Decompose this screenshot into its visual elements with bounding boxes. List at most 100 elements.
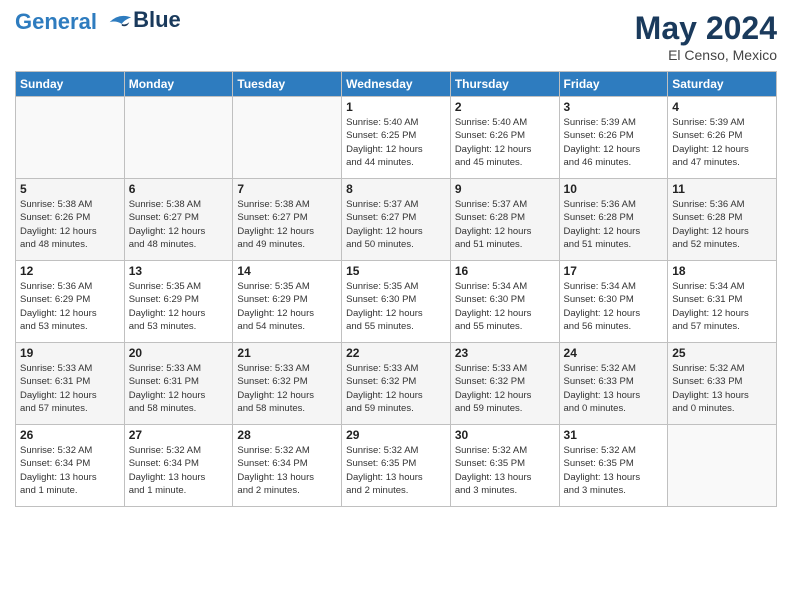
day-number: 15 bbox=[346, 264, 446, 278]
day-info: Sunrise: 5:32 AM Sunset: 6:33 PM Dayligh… bbox=[564, 362, 664, 415]
day-info: Sunrise: 5:38 AM Sunset: 6:27 PM Dayligh… bbox=[237, 198, 337, 251]
day-number: 21 bbox=[237, 346, 337, 360]
calendar-cell: 10 Sunrise: 5:36 AM Sunset: 6:28 PM Dayli… bbox=[559, 179, 668, 261]
day-info: Sunrise: 5:38 AM Sunset: 6:27 PM Dayligh… bbox=[129, 198, 229, 251]
calendar-cell: 8 Sunrise: 5:37 AM Sunset: 6:27 PM Daylig… bbox=[342, 179, 451, 261]
day-info: Sunrise: 5:35 AM Sunset: 6:30 PM Dayligh… bbox=[346, 280, 446, 333]
day-info: Sunrise: 5:34 AM Sunset: 6:31 PM Dayligh… bbox=[672, 280, 772, 333]
day-number: 12 bbox=[20, 264, 120, 278]
day-number: 16 bbox=[455, 264, 555, 278]
day-number: 30 bbox=[455, 428, 555, 442]
calendar-cell bbox=[668, 425, 777, 507]
day-info: Sunrise: 5:33 AM Sunset: 6:31 PM Dayligh… bbox=[20, 362, 120, 415]
day-info: Sunrise: 5:32 AM Sunset: 6:34 PM Dayligh… bbox=[237, 444, 337, 497]
day-number: 25 bbox=[672, 346, 772, 360]
calendar-cell: 28Sunrise: 5:32 AM Sunset: 6:34 PM Dayli… bbox=[233, 425, 342, 507]
page-container: General Blue May 2024 El Censo, Mexico S… bbox=[0, 0, 792, 517]
calendar-week-2: 5 Sunrise: 5:38 AM Sunset: 6:26 PM Daylig… bbox=[16, 179, 777, 261]
calendar-cell: 11Sunrise: 5:36 AM Sunset: 6:28 PM Dayli… bbox=[668, 179, 777, 261]
col-tuesday: Tuesday bbox=[233, 72, 342, 97]
header: General Blue May 2024 El Censo, Mexico bbox=[15, 10, 777, 63]
calendar-cell: 5 Sunrise: 5:38 AM Sunset: 6:26 PM Daylig… bbox=[16, 179, 125, 261]
day-info: Sunrise: 5:35 AM Sunset: 6:29 PM Dayligh… bbox=[237, 280, 337, 333]
calendar-cell: 1Sunrise: 5:40 AM Sunset: 6:25 PM Daylig… bbox=[342, 97, 451, 179]
day-number: 24 bbox=[564, 346, 664, 360]
day-info: Sunrise: 5:40 AM Sunset: 6:25 PM Dayligh… bbox=[346, 116, 446, 169]
day-info: Sunrise: 5:36 AM Sunset: 6:29 PM Dayligh… bbox=[20, 280, 120, 333]
day-info: Sunrise: 5:33 AM Sunset: 6:32 PM Dayligh… bbox=[455, 362, 555, 415]
calendar-cell bbox=[233, 97, 342, 179]
logo-blue: Blue bbox=[133, 8, 181, 32]
calendar-cell: 30 Sunrise: 5:32 AM Sunset: 6:35 PM Dayli… bbox=[450, 425, 559, 507]
calendar-cell: 21 Sunrise: 5:33 AM Sunset: 6:32 PM Dayli… bbox=[233, 343, 342, 425]
day-info: Sunrise: 5:33 AM Sunset: 6:31 PM Dayligh… bbox=[129, 362, 229, 415]
calendar-cell: 3 Sunrise: 5:39 AM Sunset: 6:26 PM Daylig… bbox=[559, 97, 668, 179]
calendar-cell: 18 Sunrise: 5:34 AM Sunset: 6:31 PM Dayli… bbox=[668, 261, 777, 343]
day-info: Sunrise: 5:37 AM Sunset: 6:27 PM Dayligh… bbox=[346, 198, 446, 251]
title-block: May 2024 El Censo, Mexico bbox=[635, 10, 777, 63]
day-info: Sunrise: 5:34 AM Sunset: 6:30 PM Dayligh… bbox=[564, 280, 664, 333]
calendar-cell: 26 Sunrise: 5:32 AM Sunset: 6:34 PM Dayli… bbox=[16, 425, 125, 507]
day-info: Sunrise: 5:37 AM Sunset: 6:28 PM Dayligh… bbox=[455, 198, 555, 251]
day-info: Sunrise: 5:32 AM Sunset: 6:35 PM Dayligh… bbox=[564, 444, 664, 497]
day-info: Sunrise: 5:39 AM Sunset: 6:26 PM Dayligh… bbox=[672, 116, 772, 169]
day-info: Sunrise: 5:32 AM Sunset: 6:35 PM Dayligh… bbox=[455, 444, 555, 497]
calendar-title: May 2024 bbox=[635, 10, 777, 47]
day-number: 3 bbox=[564, 100, 664, 114]
col-thursday: Thursday bbox=[450, 72, 559, 97]
day-number: 18 bbox=[672, 264, 772, 278]
calendar-cell: 4 Sunrise: 5:39 AM Sunset: 6:26 PM Daylig… bbox=[668, 97, 777, 179]
calendar-week-3: 12 Sunrise: 5:36 AM Sunset: 6:29 PM Dayli… bbox=[16, 261, 777, 343]
calendar-table: Sunday Monday Tuesday Wednesday Thursday… bbox=[15, 71, 777, 507]
day-number: 6 bbox=[129, 182, 229, 196]
calendar-cell: 15 Sunrise: 5:35 AM Sunset: 6:30 PM Dayli… bbox=[342, 261, 451, 343]
col-sunday: Sunday bbox=[16, 72, 125, 97]
calendar-cell bbox=[124, 97, 233, 179]
col-wednesday: Wednesday bbox=[342, 72, 451, 97]
calendar-cell: 20 Sunrise: 5:33 AM Sunset: 6:31 PM Dayli… bbox=[124, 343, 233, 425]
day-number: 19 bbox=[20, 346, 120, 360]
day-number: 27 bbox=[129, 428, 229, 442]
day-number: 7 bbox=[237, 182, 337, 196]
day-info: Sunrise: 5:38 AM Sunset: 6:26 PM Dayligh… bbox=[20, 198, 120, 251]
logo-bird-icon bbox=[105, 12, 133, 34]
calendar-cell: 6 Sunrise: 5:38 AM Sunset: 6:27 PM Daylig… bbox=[124, 179, 233, 261]
day-info: Sunrise: 5:36 AM Sunset: 6:28 PM Dayligh… bbox=[564, 198, 664, 251]
calendar-cell: 27 Sunrise: 5:32 AM Sunset: 6:34 PM Dayli… bbox=[124, 425, 233, 507]
day-info: Sunrise: 5:33 AM Sunset: 6:32 PM Dayligh… bbox=[237, 362, 337, 415]
calendar-cell: 29Sunrise: 5:32 AM Sunset: 6:35 PM Dayli… bbox=[342, 425, 451, 507]
day-number: 23 bbox=[455, 346, 555, 360]
day-number: 14 bbox=[237, 264, 337, 278]
calendar-cell: 7 Sunrise: 5:38 AM Sunset: 6:27 PM Daylig… bbox=[233, 179, 342, 261]
calendar-cell: 31Sunrise: 5:32 AM Sunset: 6:35 PM Dayli… bbox=[559, 425, 668, 507]
calendar-cell: 25 Sunrise: 5:32 AM Sunset: 6:33 PM Dayli… bbox=[668, 343, 777, 425]
calendar-cell: 19 Sunrise: 5:33 AM Sunset: 6:31 PM Dayli… bbox=[16, 343, 125, 425]
calendar-cell: 23 Sunrise: 5:33 AM Sunset: 6:32 PM Dayli… bbox=[450, 343, 559, 425]
calendar-cell bbox=[16, 97, 125, 179]
day-number: 20 bbox=[129, 346, 229, 360]
calendar-cell: 2Sunrise: 5:40 AM Sunset: 6:26 PM Daylig… bbox=[450, 97, 559, 179]
day-info: Sunrise: 5:36 AM Sunset: 6:28 PM Dayligh… bbox=[672, 198, 772, 251]
day-number: 17 bbox=[564, 264, 664, 278]
day-info: Sunrise: 5:39 AM Sunset: 6:26 PM Dayligh… bbox=[564, 116, 664, 169]
day-number: 26 bbox=[20, 428, 120, 442]
day-info: Sunrise: 5:40 AM Sunset: 6:26 PM Dayligh… bbox=[455, 116, 555, 169]
logo-general: General bbox=[15, 10, 133, 34]
logo: General Blue bbox=[15, 10, 181, 34]
col-saturday: Saturday bbox=[668, 72, 777, 97]
day-number: 8 bbox=[346, 182, 446, 196]
calendar-cell: 16 Sunrise: 5:34 AM Sunset: 6:30 PM Dayli… bbox=[450, 261, 559, 343]
day-number: 5 bbox=[20, 182, 120, 196]
calendar-week-4: 19 Sunrise: 5:33 AM Sunset: 6:31 PM Dayli… bbox=[16, 343, 777, 425]
day-info: Sunrise: 5:34 AM Sunset: 6:30 PM Dayligh… bbox=[455, 280, 555, 333]
calendar-cell: 17 Sunrise: 5:34 AM Sunset: 6:30 PM Dayli… bbox=[559, 261, 668, 343]
day-number: 9 bbox=[455, 182, 555, 196]
day-info: Sunrise: 5:32 AM Sunset: 6:33 PM Dayligh… bbox=[672, 362, 772, 415]
day-info: Sunrise: 5:32 AM Sunset: 6:34 PM Dayligh… bbox=[129, 444, 229, 497]
day-info: Sunrise: 5:32 AM Sunset: 6:34 PM Dayligh… bbox=[20, 444, 120, 497]
calendar-cell: 12 Sunrise: 5:36 AM Sunset: 6:29 PM Dayli… bbox=[16, 261, 125, 343]
calendar-week-1: 1Sunrise: 5:40 AM Sunset: 6:25 PM Daylig… bbox=[16, 97, 777, 179]
day-number: 13 bbox=[129, 264, 229, 278]
day-number: 10 bbox=[564, 182, 664, 196]
day-number: 4 bbox=[672, 100, 772, 114]
